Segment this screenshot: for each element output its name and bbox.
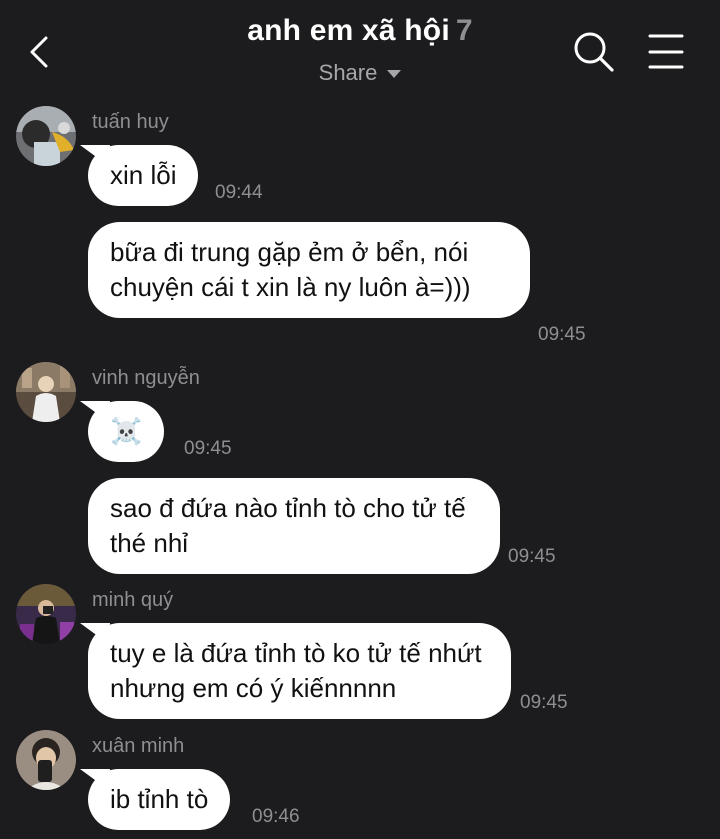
avatar[interactable] [16, 730, 76, 790]
message-time: 09:45 [184, 438, 232, 459]
message-text: tuy e là đứa tỉnh tò ko tử tế nhứt nhưng… [110, 638, 482, 703]
avatar-photo [16, 362, 76, 422]
menu-button[interactable] [646, 32, 686, 72]
group-name: anh em xã hội [247, 14, 450, 47]
caret-down-icon [387, 70, 402, 78]
sender-name: vinh nguyễn [92, 367, 200, 389]
message-time: 09:44 [215, 182, 263, 203]
sender-name: minh quý [92, 589, 174, 611]
message-bubble[interactable]: xin lỗi [88, 145, 199, 206]
message-bubble[interactable]: tuy e là đứa tỉnh tò ko tử tế nhứt nhưng… [88, 623, 511, 719]
avatar[interactable] [16, 362, 76, 422]
search-icon [574, 32, 614, 72]
message-text: sao đ đứa nào tỉnh tò cho tử tế thé nhỉ [110, 493, 466, 558]
message-time: 09:45 [508, 546, 556, 567]
share-dropdown[interactable]: Share [319, 60, 402, 86]
share-label: Share [318, 60, 378, 85]
sender-name: xuân minh [92, 735, 185, 757]
search-button[interactable] [572, 30, 616, 74]
avatar-photo [16, 730, 76, 790]
member-count: 7 [455, 14, 473, 47]
avatar-photo [16, 106, 76, 166]
hamburger-menu-icon [648, 34, 684, 69]
avatar[interactable] [16, 584, 76, 644]
message-bubble[interactable]: sao đ đứa nào tỉnh tò cho tử tế thé nhỉ [88, 478, 500, 574]
message-time: 09:45 [538, 324, 586, 345]
avatar-photo [16, 584, 76, 644]
message-text: ib tỉnh tò [110, 784, 209, 814]
message-text: ☠️ [110, 416, 143, 446]
message-text: bữa đi trung gặp ẻm ở bển, nói chuyện cá… [110, 237, 471, 302]
sender-name: tuấn huy [92, 111, 169, 133]
chat-header: anh em xã hội 7 Share [0, 0, 720, 100]
message-text: xin lỗi [110, 160, 177, 190]
message-time: 09:45 [520, 692, 568, 713]
message-bubble[interactable]: bữa đi trung gặp ẻm ở bển, nói chuyện cá… [88, 222, 530, 318]
message-bubble[interactable]: ib tỉnh tò [88, 769, 231, 830]
message-time: 09:46 [252, 806, 300, 827]
avatar[interactable] [16, 106, 76, 166]
message-bubble[interactable]: ☠️ [88, 401, 165, 462]
